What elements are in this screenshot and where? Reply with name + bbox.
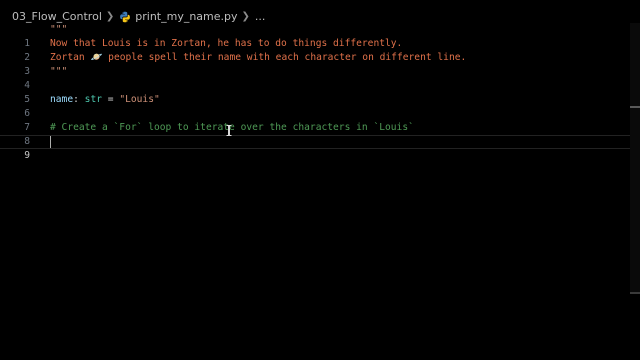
docstring-text: Zortan 🪐 people spell their name with ea… <box>50 51 466 65</box>
docstring-close: """ <box>50 66 68 77</box>
current-code-line[interactable]: 9 <box>0 135 640 161</box>
breadcrumb-file[interactable]: print_my_name.py <box>119 9 238 23</box>
ringed-planet-icon: 🪐 <box>90 52 103 63</box>
breadcrumb: 03_Flow_Control ❯ print_my_name.py ❯ ... <box>12 8 265 24</box>
scrollbar-thumb[interactable] <box>630 292 640 294</box>
code-line[interactable]: 6 name: str = "Louis" <box>0 93 640 119</box>
chevron-right-icon: ❯ <box>105 10 115 22</box>
code-line[interactable]: 7 <box>0 107 640 133</box>
docstring-segment: people spell their name with each charac… <box>102 52 467 63</box>
text-cursor <box>50 136 51 148</box>
vertical-scrollbar[interactable] <box>630 23 640 293</box>
type-annotation: str <box>84 94 102 105</box>
code-line[interactable]: 4 """ <box>0 65 640 91</box>
breadcrumb-file-label: print_my_name.py <box>135 9 238 23</box>
assignment-statement: name: str = "Louis" <box>50 93 160 107</box>
annotation-colon: : <box>73 94 85 105</box>
assignment-operator: = <box>102 94 120 105</box>
variable-name: name <box>50 94 74 105</box>
code-line[interactable]: 1 """ <box>0 23 640 49</box>
docstring-text: Now that Louis is in Zortan, he has to d… <box>50 38 403 49</box>
code-editor: 03_Flow_Control ❯ print_my_name.py ❯ ...… <box>0 0 640 360</box>
docstring-open: """ <box>50 24 68 35</box>
code-area[interactable]: 1 """ 2 Now that Louis is in Zortan, he … <box>0 23 640 360</box>
scrollbar-cursor-marker <box>630 106 640 108</box>
breadcrumb-symbols[interactable]: ... <box>255 10 266 23</box>
code-line[interactable]: 3 Zortan 🪐 people spell their name with … <box>0 51 640 77</box>
string-literal: "Louis" <box>119 94 160 105</box>
docstring-segment: Zortan <box>50 52 91 63</box>
ibeam-cursor-icon <box>226 125 232 136</box>
python-icon <box>120 11 131 22</box>
line-number: 9 <box>24 150 30 161</box>
code-line[interactable]: 5 <box>0 79 640 105</box>
breadcrumb-folder[interactable]: 03_Flow_Control <box>12 10 102 23</box>
code-line[interactable]: 2 Now that Louis is in Zortan, he has to… <box>0 37 640 63</box>
chevron-right-icon: ❯ <box>241 10 250 22</box>
code-line[interactable]: 8 # Create a `For` loop to iterate over … <box>0 121 640 147</box>
